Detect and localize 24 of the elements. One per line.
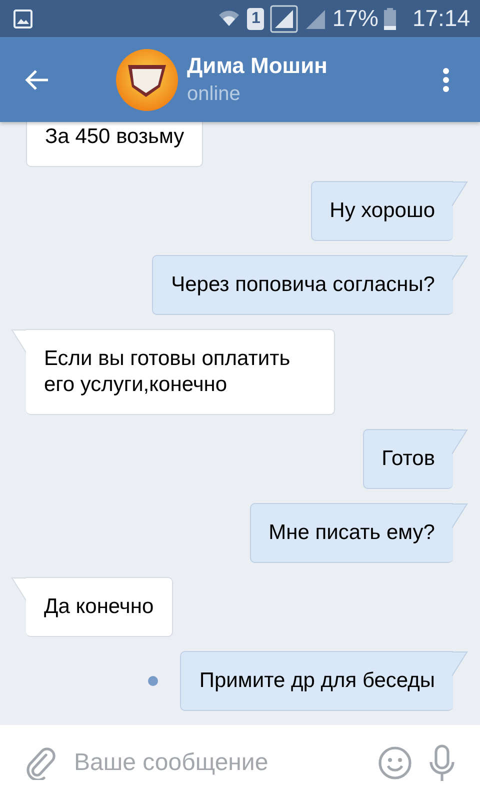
avatar-icon[interactable] — [116, 48, 178, 110]
message-text: За 450 возьму — [45, 125, 184, 148]
clock: 17:14 — [412, 5, 470, 32]
message-text: Готов — [382, 447, 435, 470]
battery-percent: 17% — [332, 5, 378, 32]
emoji-button[interactable] — [376, 744, 414, 782]
signal-icon — [270, 4, 298, 32]
message-text: Мне писать ему? — [268, 521, 435, 544]
smiley-icon — [378, 746, 412, 780]
gallery-icon — [13, 8, 33, 28]
message-text: Если вы готовы оплатить его услуги,конечно — [44, 347, 290, 396]
more-icon — [442, 66, 450, 92]
message-text: Да конечно — [44, 595, 154, 618]
signal-icon — [304, 8, 326, 30]
contact-status: online — [187, 83, 242, 106]
sim-indicator: 1 — [247, 8, 264, 30]
microphone-icon — [428, 744, 456, 782]
message-text: Через поповича согласны? — [171, 273, 435, 296]
message-text: Примите др для беседы — [199, 669, 435, 692]
contact-name: Дима Мошин — [187, 53, 328, 79]
back-arrow-icon — [24, 68, 50, 92]
message-text: Ну хорошо — [330, 199, 435, 222]
battery-icon — [384, 8, 396, 30]
paperclip-icon — [26, 746, 56, 780]
